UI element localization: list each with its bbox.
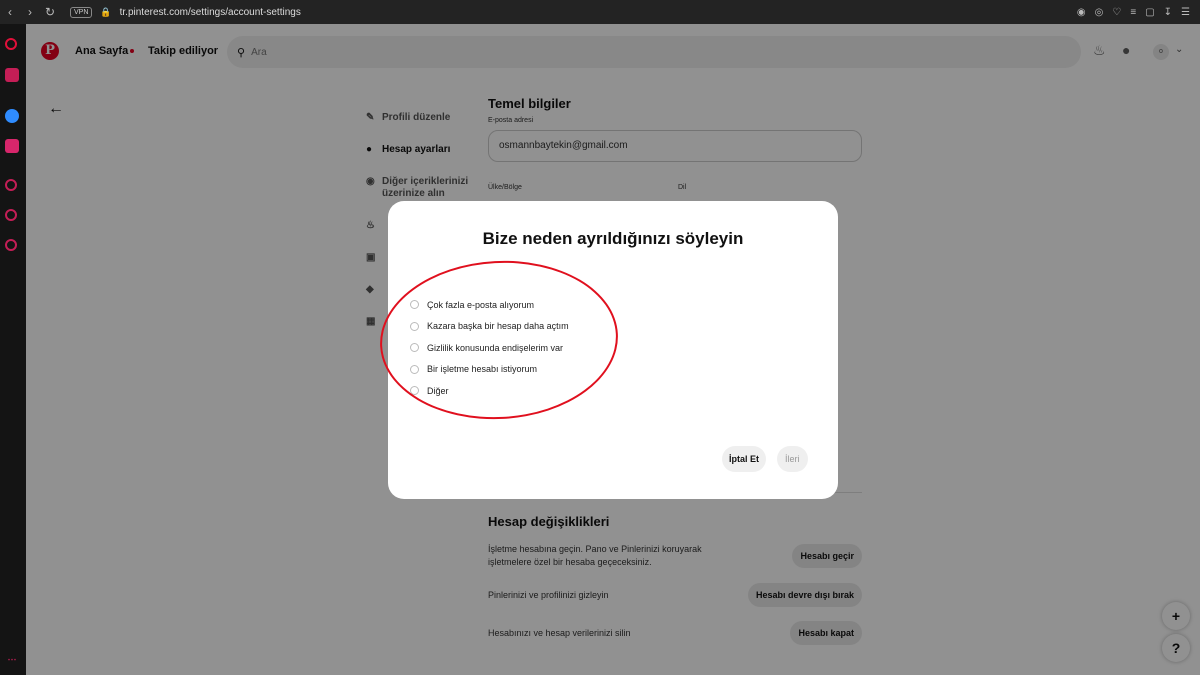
browser-toolbar: ‹ › ↻ VPN 🔒 tr.pinterest.com/settings/ac… [0,0,1200,24]
vpn-badge[interactable]: VPN [70,6,93,18]
download-icon[interactable]: ↧ [1164,7,1172,18]
cube-icon[interactable] [5,209,17,221]
instagram-icon[interactable] [5,139,19,153]
cube-icon[interactable]: ▢ [1145,7,1154,18]
address-bar[interactable]: tr.pinterest.com/settings/account-settin… [120,7,301,18]
next-button[interactable]: İleri [777,446,808,472]
camera-icon[interactable]: ◉ [1077,7,1086,18]
more-icon[interactable]: ⋯ [5,652,19,666]
shield-icon[interactable]: ◎ [1095,7,1104,18]
menu-icon[interactable]: ≡ [1130,7,1136,18]
settings-icon[interactable]: ☰ [1181,7,1190,18]
lock-icon: 🔒 [100,6,112,17]
dialog-title: Bize neden ayrıldığınızı söyleyin [482,229,744,248]
messenger-icon[interactable] [5,109,19,123]
forward-icon[interactable]: › [20,5,40,19]
reload-icon[interactable]: ↻ [40,5,60,19]
heart-icon[interactable]: ♡ [1112,7,1121,18]
pinterest-page: P Ana Sayfa Takip ediliyor ⚲ Ara ♨ ● o ⌄… [26,24,1200,675]
cancel-button[interactable]: İptal Et [722,446,767,472]
opera-icon[interactable] [5,38,17,50]
browser-sidebar: ⋯ [0,24,26,675]
settings-icon[interactable] [5,239,17,251]
clock-icon[interactable] [5,179,17,191]
back-icon[interactable]: ‹ [0,5,20,19]
twitch-icon[interactable] [5,68,19,82]
